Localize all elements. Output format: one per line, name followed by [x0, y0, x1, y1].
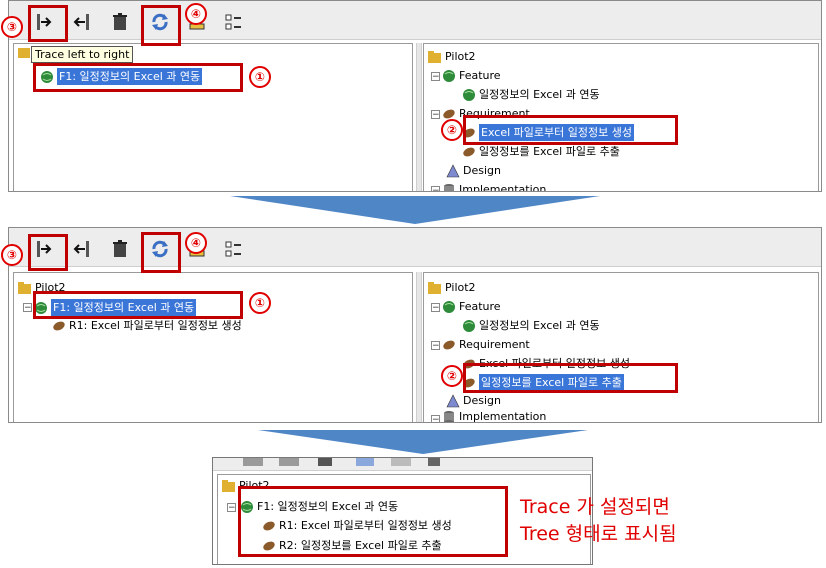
trace-left-icon: [73, 241, 89, 257]
requirement-bean-icon: [53, 321, 65, 330]
highlight-refresh-button: [141, 232, 181, 273]
feature-globe-icon: [443, 69, 455, 82]
list-view-button[interactable]: [223, 11, 245, 33]
collapse-toggle[interactable]: −: [431, 303, 440, 313]
folder-icon: [428, 50, 441, 63]
tree-node-label: Design: [463, 394, 501, 407]
splitter[interactable]: [416, 272, 422, 422]
collapse-toggle[interactable]: −: [431, 110, 440, 120]
tree-node-implementation[interactable]: Implementation: [442, 181, 547, 192]
highlight-left-node: [33, 291, 243, 319]
toolbar: [9, 1, 821, 40]
tree-node-req2[interactable]: 일정정보를 Excel 파일로 추출: [462, 143, 620, 160]
caption-line2: Tree 형태로 표시됨: [520, 523, 677, 545]
tree-node-root[interactable]: Pilot2: [428, 279, 476, 296]
delete-button[interactable]: [109, 238, 131, 260]
collapse-toggle[interactable]: −: [431, 415, 440, 422]
tooltip: Trace left to right: [31, 46, 134, 63]
tree-node-feature-child[interactable]: 일정정보의 Excel 과 연동: [462, 317, 600, 334]
tree-node-requirement[interactable]: Requirement: [442, 336, 530, 353]
marker-3: ③: [1, 244, 23, 266]
trace-left-button[interactable]: [70, 238, 92, 260]
tree-node-feature[interactable]: Feature: [442, 298, 501, 315]
tree-node-label: 일정정보의 Excel 과 연동: [479, 319, 600, 332]
folder-icon: [18, 281, 31, 294]
highlight-right-node: [463, 115, 678, 145]
tree-node-label: R1: Excel 파일로부터 일정정보 생성: [69, 319, 242, 332]
toolbar: [9, 228, 821, 267]
splitter[interactable]: [416, 43, 422, 191]
requirement-bean-icon: [443, 340, 455, 349]
collapse-toggle[interactable]: −: [23, 303, 32, 313]
tree-node-label: Implementation: [459, 183, 547, 192]
tree-node-feature[interactable]: Feature: [442, 67, 501, 84]
tree-node-label: Feature: [459, 69, 501, 82]
highlight-left-node: [33, 63, 243, 92]
checklist-icon: [225, 241, 241, 257]
down-arrow: [258, 430, 588, 454]
marker-1: ①: [249, 292, 271, 314]
tree-node-implementation[interactable]: Implementation: [442, 408, 547, 423]
marker-4: ④: [185, 232, 207, 254]
folder-icon: [222, 479, 235, 492]
highlight-tree-result: [238, 486, 508, 557]
database-icon: [444, 183, 454, 191]
highlight-trace-button: [28, 234, 68, 271]
delete-button[interactable]: [109, 11, 131, 33]
collapse-toggle[interactable]: −: [431, 72, 440, 82]
feature-globe-icon: [463, 319, 475, 332]
collapse-toggle[interactable]: −: [227, 503, 236, 513]
design-pyramid-icon: [446, 163, 460, 177]
folder-icon: [428, 281, 441, 294]
tree-node-label: Requirement: [459, 338, 530, 351]
tree-node-label: 일정정보를 Excel 파일로 추출: [479, 145, 620, 158]
design-pyramid-icon: [446, 393, 460, 407]
marker-4: ④: [185, 3, 207, 25]
toolbar-icons-cropped: [243, 458, 440, 466]
tree-node-r1[interactable]: R1: Excel 파일로부터 일정정보 생성: [52, 317, 242, 334]
database-icon: [444, 410, 454, 422]
trace-left-icon: [73, 14, 89, 30]
tree-node-label: Pilot2: [445, 50, 476, 63]
highlight-trace-button: [28, 5, 68, 42]
panel-step2: Pilot2 − F1: 일정정보의 Excel 과 연동 R1: Excel …: [8, 227, 822, 423]
tree-node-label: Design: [463, 164, 501, 177]
highlight-right-node: [463, 363, 678, 393]
tree-node-design[interactable]: Design: [446, 392, 501, 409]
marker-1: ①: [249, 66, 271, 88]
checklist-icon: [225, 14, 241, 30]
feature-globe-icon: [443, 300, 455, 313]
trash-icon: [113, 240, 127, 257]
tree-node-feature-child[interactable]: 일정정보의 Excel 과 연동: [462, 86, 600, 103]
toolbar-cropped: [213, 458, 592, 471]
tree-node-label: Implementation: [459, 410, 547, 423]
requirement-bean-icon: [463, 147, 475, 156]
caption-line1: Trace 가 설정되면: [520, 496, 670, 518]
trace-left-button[interactable]: [70, 11, 92, 33]
panel-step1: F1: 일정정보의 Excel 과 연동 Pilot2 − Feature 일정…: [8, 0, 822, 192]
tree-node-design[interactable]: Design: [446, 162, 501, 179]
tree-node-label: 일정정보의 Excel 과 연동: [479, 88, 600, 101]
tree-node-root[interactable]: Pilot2: [428, 48, 476, 65]
tree-node-label: Feature: [459, 300, 501, 313]
down-arrow: [230, 196, 600, 224]
trash-icon: [113, 13, 127, 30]
feature-globe-icon: [463, 88, 475, 101]
marker-2: ②: [441, 119, 463, 141]
marker-3: ③: [1, 16, 23, 38]
collapse-toggle[interactable]: −: [431, 341, 440, 351]
highlight-refresh-button: [141, 5, 181, 46]
list-view-button[interactable]: [223, 238, 245, 260]
folder-icon: [18, 48, 30, 58]
collapse-toggle[interactable]: −: [431, 186, 440, 191]
tree-node-label: Pilot2: [445, 281, 476, 294]
marker-2: ②: [441, 365, 463, 387]
right-tree-pane[interactable]: Pilot2 − Feature 일정정보의 Excel 과 연동 − Requ…: [423, 272, 819, 423]
